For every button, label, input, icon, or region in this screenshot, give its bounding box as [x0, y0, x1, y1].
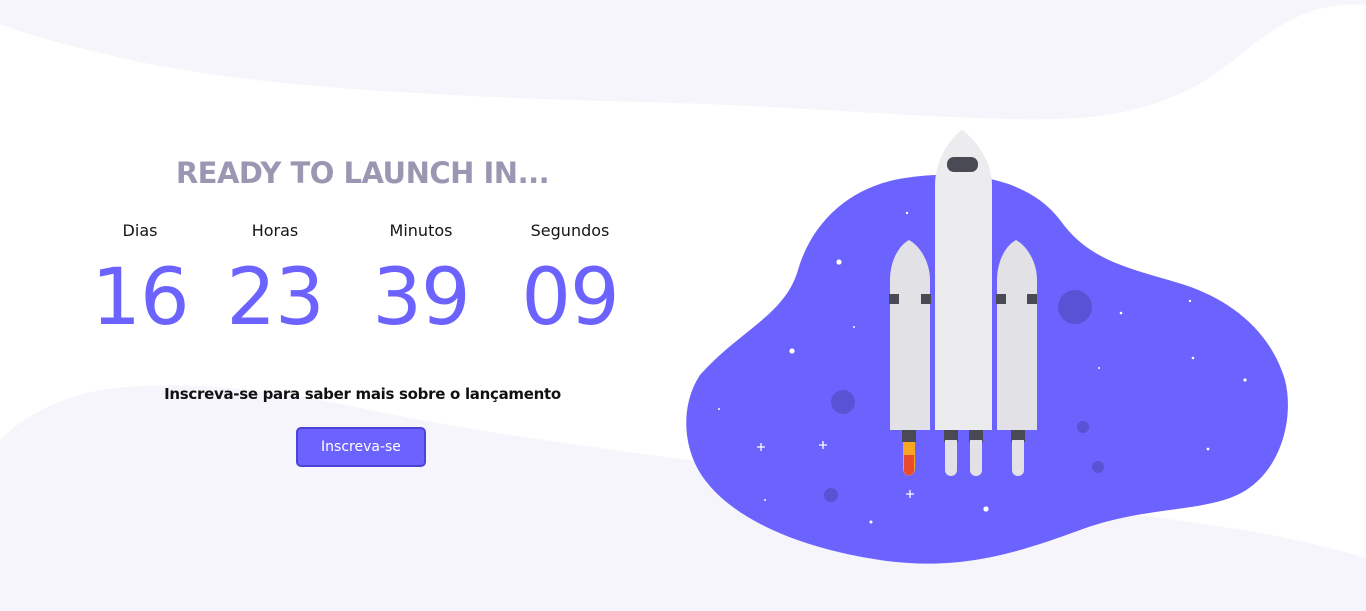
- seconds-label: Segundos: [530, 221, 610, 240]
- page-title: READY TO LAUNCH IN...: [175, 156, 550, 190]
- countdown-days: Dias 16: [65, 220, 215, 340]
- planet-large: [1058, 290, 1092, 324]
- seconds-value: 09: [521, 253, 619, 343]
- countdown-section: READY TO LAUNCH IN... Dias 16 Horas 23 M…: [60, 150, 665, 490]
- hours-label: Horas: [251, 221, 299, 240]
- rocket-launch-illustration: [686, 130, 1288, 564]
- core-stage: [935, 130, 992, 476]
- countdown-minutes: Minutos 39: [346, 220, 496, 340]
- top-wave: [0, 0, 1366, 120]
- days-value: 16: [91, 253, 189, 343]
- planet-small-2: [1077, 421, 1089, 433]
- days-label: Dias: [122, 221, 158, 240]
- planet-medium: [831, 390, 855, 414]
- hours-value: 23: [226, 253, 324, 343]
- planet-small-1: [824, 488, 838, 502]
- left-booster: [889, 240, 931, 442]
- countdown-hours: Horas 23: [200, 220, 350, 340]
- minutes-value: 39: [372, 253, 470, 343]
- subscribe-prompt: Inscreva-se para saber mais sobre o lanç…: [164, 385, 561, 403]
- planet-small-3: [1092, 461, 1104, 473]
- minutes-label: Minutos: [389, 221, 453, 240]
- subscribe-button[interactable]: Inscreva-se: [296, 427, 426, 467]
- countdown-seconds: Segundos 09: [495, 220, 645, 340]
- page: READY TO LAUNCH IN... Dias 16 Horas 23 M…: [0, 0, 1366, 611]
